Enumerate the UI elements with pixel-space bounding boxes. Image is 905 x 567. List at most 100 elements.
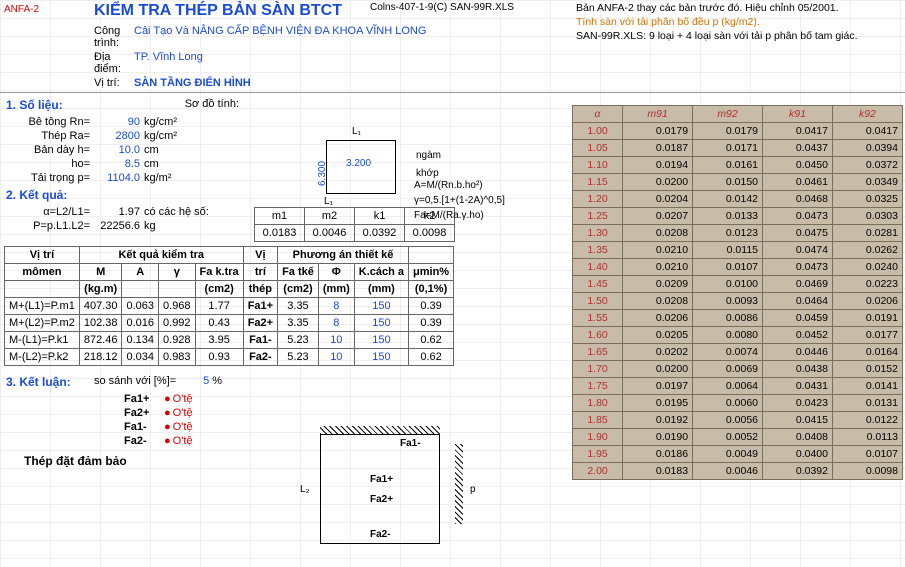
table-cell: 407.30 (79, 298, 122, 315)
table-cell: M-(L1)=P.k1 (5, 332, 80, 349)
table-cell: 0.992 (159, 315, 196, 332)
dim-Lb: L₁ (324, 196, 333, 207)
alpha-cell: 1.05 (573, 140, 623, 157)
table-cell: 0.134 (122, 332, 159, 349)
alpha-cell: 0.0206 (832, 293, 902, 310)
alpha-cell: 0.0209 (623, 276, 693, 293)
alpha-cell: 0.0191 (832, 310, 902, 327)
alpha-cell: 0.0060 (693, 395, 763, 412)
table-cell: 3.35 (278, 315, 319, 332)
th (122, 281, 159, 298)
bd-f1p: Fa1+ (370, 474, 393, 485)
table-cell: 8 (318, 298, 354, 315)
table-cell: 102.38 (79, 315, 122, 332)
alpha-th: m92 (693, 106, 763, 123)
alpha-cell: 2.00 (573, 463, 623, 480)
table-cell: 218.12 (79, 349, 122, 366)
th: (kg.m) (79, 281, 122, 298)
diadiem-label: Địa điểm: (4, 51, 134, 75)
alpha-cell: 1.20 (573, 191, 623, 208)
fa-label: Fa1+ (124, 393, 164, 405)
table-cell: 3.35 (278, 298, 319, 315)
bd-L2: L₂ (300, 484, 309, 495)
alpha-th: m91 (623, 106, 693, 123)
alpha-cell: 1.95 (573, 446, 623, 463)
table-cell: 0.43 (195, 315, 243, 332)
alpha-cell: 0.0195 (623, 395, 693, 412)
congtrinh-label: Công trình: (4, 25, 134, 49)
table-cell: 0.063 (122, 298, 159, 315)
alpha-cell: 0.0468 (763, 191, 833, 208)
alpha-cell: 0.0438 (763, 361, 833, 378)
section1-header: 1. Số liệu: (4, 95, 65, 115)
alpha-cell: 1.90 (573, 429, 623, 446)
table-cell: Fa1- (243, 332, 277, 349)
formula-A: A=M/(Rn.b.ho²) (414, 178, 505, 193)
table-cell: Fa2+ (243, 315, 277, 332)
th (159, 281, 196, 298)
alpha-cell: 0.0262 (832, 242, 902, 259)
cmp-unit: % (212, 375, 222, 387)
th: Fa k.tra (195, 264, 243, 281)
note1: Bản ANFA-2 thay các bản trước đó. Hiệu c… (576, 2, 899, 14)
alpha-cell: 1.00 (573, 123, 623, 140)
alpha-cell: 0.0394 (832, 140, 902, 157)
alpha-cell: 0.0469 (763, 276, 833, 293)
table-cell: 8 (318, 315, 354, 332)
status-badge: ●O'tệ (164, 435, 193, 447)
table-cell: 0.034 (122, 349, 159, 366)
alpha-cell: 1.55 (573, 310, 623, 327)
alpha-cell: 0.0186 (623, 446, 693, 463)
th: thép (243, 281, 277, 298)
file-ref: Colns-407-1-9(C) SAN-99R.XLS (370, 2, 514, 13)
alpha-cell: 0.0141 (832, 378, 902, 395)
alpha-cell: 0.0400 (763, 446, 833, 463)
param-label: Tải trọng p= (4, 172, 94, 184)
alpha-cell: 0.0417 (763, 123, 833, 140)
bd-f2p: Fa2+ (370, 494, 393, 505)
alpha-cell: 0.0474 (763, 242, 833, 259)
alpha-cell: 0.0459 (763, 310, 833, 327)
th: (mm) (354, 281, 408, 298)
param-value: 2800 (94, 130, 144, 142)
alpha-cell: 0.0046 (693, 463, 763, 480)
param-unit: cm (144, 144, 194, 156)
th: A (122, 264, 159, 281)
alpha-cell: 1.50 (573, 293, 623, 310)
formula-gamma: γ=0,5.[1+(1-2A)^0,5] (414, 193, 505, 208)
alpha-cell: 0.0074 (693, 344, 763, 361)
formula-block: A=M/(Rn.b.ho²) γ=0,5.[1+(1-2A)^0,5] Fa=M… (414, 178, 505, 223)
alpha-cell: 0.0164 (832, 344, 902, 361)
alpha-cell: 0.0303 (832, 208, 902, 225)
th: M (79, 264, 122, 281)
coef-val: 0.0098 (405, 225, 455, 242)
table-cell: 0.62 (409, 349, 454, 366)
alpha-cell: 0.0161 (693, 157, 763, 174)
alpha-cell: 0.0392 (763, 463, 833, 480)
dim-630: 6.300 (317, 161, 328, 186)
table-cell: M-(L2)=P.k2 (5, 349, 80, 366)
th: γ (159, 264, 196, 281)
alpha-cell: 0.0115 (693, 242, 763, 259)
alpha-cell: 0.0423 (763, 395, 833, 412)
alpha-cell: 1.85 (573, 412, 623, 429)
alpha-cell: 1.45 (573, 276, 623, 293)
bottom-diagram: L₂ p Fa1- Fa1+ Fa2+ Fa2- (270, 434, 530, 554)
alpha-cell: 0.0056 (693, 412, 763, 429)
alpha-cell: 0.0206 (623, 310, 693, 327)
coef-val: 0.0392 (355, 225, 405, 242)
th (5, 281, 80, 298)
alpha-cell: 0.0122 (832, 412, 902, 429)
alpha-cell: 0.0372 (832, 157, 902, 174)
table-cell: 0.016 (122, 315, 159, 332)
alpha-cell: 0.0080 (693, 327, 763, 344)
alpha-text: có các hệ số: (144, 206, 209, 218)
alpha-value: 1.97 (94, 206, 144, 218)
alpha-cell: 1.60 (573, 327, 623, 344)
table-cell: 0.93 (195, 349, 243, 366)
alpha-cell: 0.0183 (623, 463, 693, 480)
alpha-cell: 1.80 (573, 395, 623, 412)
table-cell: 150 (354, 332, 408, 349)
dim-L1v: 3.200 (346, 158, 371, 169)
status-badge: ●O'tệ (164, 421, 193, 433)
